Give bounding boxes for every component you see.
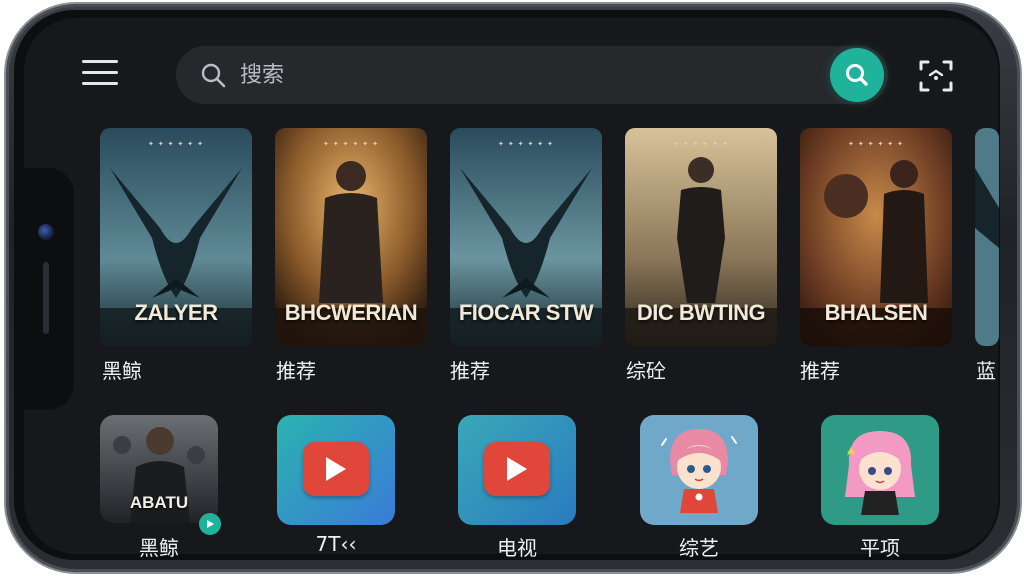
search-icon	[846, 64, 868, 86]
cartoon-girl-icon	[661, 429, 737, 513]
poster-caption: 推荐	[800, 359, 840, 383]
poster-card[interactable]: ✦ ✦ ✦ ✦ ✦ ✦ BHALSEN	[800, 128, 952, 346]
poster-card[interactable]: ✦ ✦ ✦ ✦ ✦ ✦ DIC BWTING	[625, 128, 777, 346]
search-input[interactable]	[240, 58, 800, 92]
poster-caption: 蓝	[976, 359, 996, 383]
poster-title: DIC BWTING	[636, 300, 766, 325]
search-icon	[201, 63, 226, 88]
speaker-grille	[43, 262, 49, 334]
play-icon	[484, 442, 550, 496]
front-camera	[38, 224, 54, 240]
app-tile-heijing[interactable]: ABATU	[100, 415, 218, 523]
app-label: 平项	[860, 536, 900, 560]
poster-title: BHALSEN	[824, 300, 928, 325]
search-submit-button[interactable]	[830, 48, 884, 102]
poster-card[interactable]: ✦ ✦ ✦ ✦ ✦ ✦ FIOCAR STW	[450, 128, 602, 346]
poster-caption: 黑鲸	[102, 359, 142, 383]
app-tile-title: ABATU	[129, 493, 189, 512]
poster-title: FIOCAR STW	[458, 300, 594, 325]
app-tile-tv[interactable]	[458, 415, 576, 525]
cartoon-girl-icon	[845, 431, 915, 515]
poster-caption: 综砼	[626, 359, 666, 383]
poster-card[interactable]: ✦ ✦ ✦ ✦ ✦ ✦ ZALYER	[100, 128, 252, 346]
poster-card[interactable]: ✦ ✦ ✦ ✦ ✦ ✦ BHCWERIAN	[275, 128, 427, 346]
poster-caption: 推荐	[450, 359, 490, 383]
play-icon	[207, 520, 214, 528]
app-tile-variety[interactable]	[640, 415, 758, 525]
app-label: 7T‹‹	[315, 532, 357, 556]
poster-card[interactable]	[975, 128, 999, 346]
hamburger-menu-icon[interactable]	[82, 60, 118, 90]
scan-icon[interactable]	[918, 58, 954, 94]
app-label: 综艺	[679, 536, 719, 560]
poster-title: ZALYER	[134, 300, 218, 325]
play-icon	[303, 442, 369, 496]
app-label: 电视	[497, 536, 537, 560]
search-bar[interactable]	[176, 46, 888, 104]
app-tile-7t[interactable]	[277, 415, 395, 525]
poster-title: BHCWERIAN	[284, 300, 418, 325]
poster-caption: 推荐	[276, 359, 316, 383]
app-tile-pingxiang[interactable]	[821, 415, 939, 525]
app-label: 黑鲸	[139, 536, 179, 560]
